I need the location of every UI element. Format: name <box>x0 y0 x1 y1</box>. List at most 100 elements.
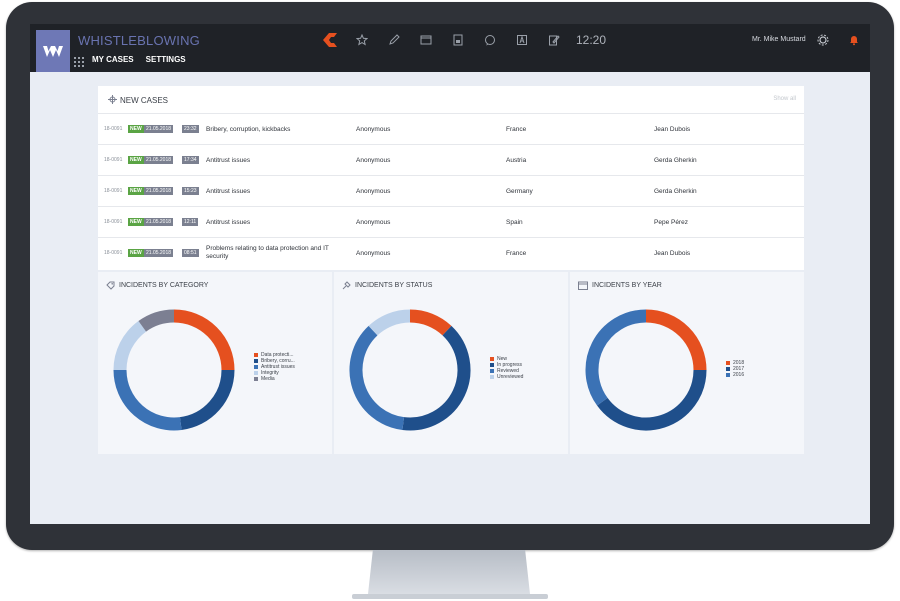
donut-slice-2[interactable] <box>585 309 647 406</box>
crosshair-icon <box>108 95 117 104</box>
time-badge: 17:34 <box>182 156 199 164</box>
legend-item[interactable]: 2016 <box>726 372 744 378</box>
case-id: 18-0091 <box>104 219 123 225</box>
logo-icon <box>43 45 63 57</box>
case-reporter: Anonymous <box>356 126 391 133</box>
show-all-link[interactable]: Show all <box>773 96 796 102</box>
card-title-wrap: INCIDENTS BY STATUS <box>342 281 432 290</box>
legend-swatch <box>254 371 258 375</box>
legend-swatch <box>490 375 494 379</box>
document-icon[interactable] <box>442 30 474 50</box>
case-id: 18-0091 <box>104 157 123 163</box>
chat-icon[interactable] <box>474 30 506 50</box>
pin-icon <box>342 281 351 290</box>
status-badge: NEW <box>128 156 144 164</box>
gear-icon[interactable] <box>814 33 832 47</box>
incidents-by-year-card: INCIDENTS BY YEAR 2018 2017 2016 <box>570 272 804 454</box>
case-reporter: Anonymous <box>356 157 391 164</box>
case-country: Germany <box>506 188 533 195</box>
table-row[interactable]: 18-0091 NEW 21.05.2018 15:23 Antitrust i… <box>98 176 804 207</box>
new-cases-header: NEW CASES Show all <box>98 86 804 114</box>
font-icon[interactable] <box>506 30 538 50</box>
donut-slice-0[interactable] <box>409 309 452 336</box>
case-country: France <box>506 250 527 257</box>
pencil-icon[interactable] <box>378 30 410 50</box>
case-reporter: Anonymous <box>356 188 391 195</box>
legend-swatch <box>726 361 730 365</box>
donut-slice-3[interactable] <box>368 309 411 336</box>
brand-c-icon[interactable] <box>314 30 346 50</box>
app-screen: WHISTLEBLOWING 12:20 Mr. Mike Mustard MY… <box>30 24 870 524</box>
legend-swatch <box>490 369 494 373</box>
case-country: Austria <box>506 157 527 164</box>
monitor-frame: WHISTLEBLOWING 12:20 Mr. Mike Mustard MY… <box>6 2 894 550</box>
case-country: Spain <box>506 219 523 226</box>
case-handler: Gerda Gherkin <box>654 188 697 195</box>
table-row[interactable]: 18-0091 NEW 21.05.2018 23:32 Bribery, co… <box>98 114 804 145</box>
legend-label: Media <box>261 376 275 382</box>
star-icon[interactable] <box>346 30 378 50</box>
case-subject: Antitrust issues <box>206 157 251 164</box>
case-subject: Bribery, corruption, kickbacks <box>206 126 291 133</box>
incidents-by-category-card: INCIDENTS BY CATEGORY Data protecti... Br… <box>98 272 332 454</box>
donut-slice-2[interactable] <box>349 325 405 431</box>
user-name[interactable]: Mr. Mike Mustard <box>752 36 806 43</box>
table-row[interactable]: 18-0091 NEW 21.05.2018 08:51 Problems re… <box>98 238 804 268</box>
card-title: INCIDENTS BY STATUS <box>355 282 433 289</box>
year-donut <box>585 309 707 431</box>
donut-slice-1[interactable] <box>402 325 471 431</box>
case-id: 18-0091 <box>104 250 123 256</box>
menu-settings[interactable]: SETTINGS <box>146 55 186 64</box>
donut-slice-1[interactable] <box>597 369 707 431</box>
legend-item[interactable]: Media <box>254 376 295 382</box>
status-badge: NEW <box>128 218 144 226</box>
case-reporter: Anonymous <box>356 250 391 257</box>
date-badge: 21.05.2018 <box>144 249 174 257</box>
clock: 12:20 <box>576 33 607 47</box>
donut-slice-4[interactable] <box>138 309 175 332</box>
donut-slice-2[interactable] <box>113 369 182 431</box>
case-id: 18-0091 <box>104 188 123 194</box>
status-badge: NEW <box>128 187 144 195</box>
legend-swatch <box>254 377 258 381</box>
legend-swatch <box>254 353 258 357</box>
app-logo[interactable] <box>36 30 70 72</box>
donut-slice-0[interactable] <box>645 309 707 371</box>
apps-grid-icon[interactable] <box>72 55 86 69</box>
bell-icon[interactable] <box>845 33 863 47</box>
app-title: WHISTLEBLOWING <box>78 33 200 48</box>
donut-slice-1[interactable] <box>179 369 235 431</box>
table-row[interactable]: 18-0091 NEW 21.05.2018 12:11 Antitrust i… <box>98 207 804 238</box>
legend-swatch <box>254 365 258 369</box>
table-row[interactable]: 18-0091 NEW 21.05.2018 17:34 Antitrust i… <box>98 145 804 176</box>
date-badge: 21.05.2018 <box>144 187 174 195</box>
time-badge: 23:32 <box>182 125 199 133</box>
case-handler: Pepe Pérez <box>654 219 688 226</box>
menu-my-cases[interactable]: MY CASES <box>92 55 134 64</box>
case-id: 18-0091 <box>104 126 123 132</box>
legend-label: 2016 <box>733 372 745 378</box>
legend-label: Unreviewed <box>497 374 524 380</box>
new-cases-title: NEW CASES <box>120 96 169 105</box>
case-handler: Gerda Gherkin <box>654 157 697 164</box>
donut-slice-0[interactable] <box>173 309 235 371</box>
legend-item[interactable]: Unreviewed <box>490 374 523 380</box>
status-legend: New In progress Reviewed Unreviewed <box>490 356 523 380</box>
card-title: INCIDENTS BY YEAR <box>592 282 662 289</box>
legend-swatch <box>490 357 494 361</box>
monitor-stand <box>368 550 530 594</box>
tag-icon <box>106 281 115 290</box>
status-donut <box>349 309 471 431</box>
incidents-by-status-card: INCIDENTS BY STATUS New In progress Review… <box>334 272 568 454</box>
case-handler: Jean Dubois <box>654 250 691 257</box>
card-title-wrap: INCIDENTS BY CATEGORY <box>106 281 208 290</box>
case-subject: Antitrust issues <box>206 219 251 226</box>
legend-swatch <box>726 373 730 377</box>
card-title: INCIDENTS BY CATEGORY <box>119 282 209 289</box>
edit-document-icon[interactable] <box>538 30 570 50</box>
legend-swatch <box>726 367 730 371</box>
donut-slice-3[interactable] <box>113 321 147 371</box>
window-icon[interactable] <box>410 30 442 50</box>
legend-swatch <box>490 363 494 367</box>
time-badge: 12:11 <box>182 218 199 226</box>
